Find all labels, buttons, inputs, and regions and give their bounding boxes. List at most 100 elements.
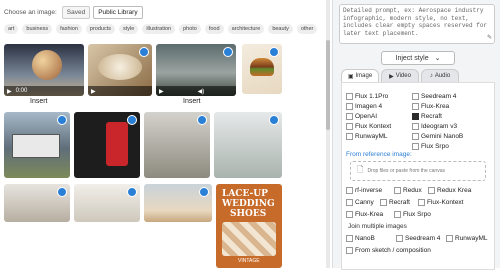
chip-art[interactable]: art	[4, 24, 19, 34]
tile-foggy-forest-woman[interactable]	[144, 112, 210, 178]
checkbox[interactable]	[418, 199, 425, 206]
ref-flux-kontext[interactable]: Flux-Kontext	[418, 199, 464, 206]
ref-flux-srpo[interactable]: Flux Srpo	[394, 211, 431, 218]
checkbox[interactable]	[346, 199, 353, 206]
chip-food[interactable]: food	[204, 24, 224, 34]
tile-modern-house[interactable]	[4, 112, 70, 178]
edit-icon[interactable]: ✎	[487, 34, 492, 42]
tile-food-plate-video[interactable]: ▶	[88, 44, 152, 96]
video-controls-2[interactable]: ▶	[88, 86, 152, 96]
checkbox[interactable]	[412, 133, 419, 140]
checkbox-checked[interactable]	[412, 113, 419, 120]
checkbox[interactable]	[346, 123, 353, 130]
ref-flux-krea[interactable]: Flux-Krea	[346, 211, 383, 218]
checkbox[interactable]	[346, 235, 353, 242]
video-controls[interactable]: ▶ 0:00	[4, 86, 84, 96]
tab-video-label: Video	[395, 73, 411, 79]
model-flux-krea[interactable]: Flux-Krea	[412, 103, 449, 110]
chip-beauty[interactable]: beauty	[268, 24, 293, 34]
tab-video[interactable]: ▶ Video	[381, 69, 419, 82]
chip-style[interactable]: style	[119, 24, 139, 34]
model-openai[interactable]: OpenAI	[346, 113, 377, 120]
chip-fashion[interactable]: fashion	[56, 24, 82, 34]
video-icon: ▶	[389, 73, 394, 80]
join-nanob[interactable]: NanoB	[346, 235, 375, 242]
prompt-placeholder: Detailed prompt, ex: Aerospace industry …	[343, 7, 488, 37]
checkbox[interactable]	[394, 187, 401, 194]
checkbox[interactable]	[346, 113, 353, 120]
file-drop-zone[interactable]: 🗋 Drop files or paste from the canvas	[350, 161, 486, 181]
model-gemini-nanob[interactable]: Gemini NanoB	[412, 133, 463, 140]
checkbox[interactable]	[412, 103, 419, 110]
ref-recraft[interactable]: Recraft	[380, 199, 410, 206]
insert-label-1[interactable]: Insert	[30, 98, 48, 105]
from-sketch[interactable]: From sketch / composition	[346, 247, 431, 254]
model-flux-srpo[interactable]: Flux Srpo	[412, 143, 449, 150]
tab-saved[interactable]: Saved	[61, 6, 91, 19]
ref-canny[interactable]: Canny	[346, 199, 374, 206]
checkbox[interactable]	[346, 93, 353, 100]
chip-architecture[interactable]: architecture	[227, 24, 265, 34]
ref-rf-inverse[interactable]: rf-inverse	[346, 187, 382, 194]
tile-planets-video[interactable]: ▶ 0:00	[4, 44, 84, 96]
checkbox[interactable]	[346, 133, 353, 140]
chevron-down-icon: ⌄	[434, 55, 441, 62]
tab-public-library[interactable]: Public Library	[93, 6, 143, 19]
gallery-scrollbar[interactable]	[326, 0, 330, 268]
model-seedream-4[interactable]: Seedream 4	[412, 93, 456, 100]
scrollbar-thumb[interactable]	[326, 40, 330, 130]
join-seedream-4[interactable]: Seedream 4	[396, 235, 440, 242]
tile-white-room[interactable]	[4, 184, 70, 222]
model-flux-11pro[interactable]: Flux 1.1Pro	[346, 93, 388, 100]
chip-photo[interactable]: photo	[179, 24, 201, 34]
phone-shape	[106, 122, 128, 166]
tile-wedding-shoes-poster[interactable]: LACE-UP WEDDING SHOES VINTAGE	[216, 184, 282, 268]
model-ideogram-v3[interactable]: Ideogram v3	[412, 123, 457, 130]
tile-red-phone[interactable]	[74, 112, 140, 178]
video-controls-3[interactable]: ▶ ◀)	[156, 86, 236, 96]
chip-illustration[interactable]: illustration	[142, 24, 176, 34]
volume-icon[interactable]: ◀)	[198, 88, 205, 95]
tab-audio[interactable]: ♪ Audio	[421, 69, 459, 82]
plate-shape	[98, 54, 142, 80]
tile-beach-woman[interactable]	[144, 184, 212, 222]
checkbox[interactable]	[412, 123, 419, 130]
checkbox[interactable]	[428, 187, 435, 194]
join-runwayml[interactable]: RunwayML	[446, 235, 488, 242]
tile-bright-interior[interactable]	[74, 184, 140, 222]
tile-burger-photo[interactable]	[242, 44, 282, 94]
insert-label-2[interactable]: Insert	[183, 98, 201, 105]
prompt-textarea[interactable]: Detailed prompt, ex: Aerospace industry …	[339, 4, 495, 44]
checkbox[interactable]	[412, 143, 419, 150]
ref-redux[interactable]: Redux	[394, 187, 422, 194]
checkbox[interactable]	[412, 93, 419, 100]
checkbox[interactable]	[396, 235, 403, 242]
burger-shape	[250, 58, 274, 76]
checkbox[interactable]	[346, 247, 353, 254]
play-icon[interactable]: ▶	[7, 88, 12, 95]
file-icon: 🗋	[357, 165, 364, 174]
checkbox[interactable]	[346, 211, 353, 218]
model-flux-kontext[interactable]: Flux Kontext	[346, 123, 391, 130]
tab-image[interactable]: ▣ Image	[341, 69, 379, 82]
tile-forest-video[interactable]: ▶ ◀)	[156, 44, 236, 96]
tile-misty-trees[interactable]	[214, 112, 282, 178]
ref-redux-krea[interactable]: Redux Krea	[428, 187, 471, 194]
chip-other[interactable]: other	[296, 24, 318, 34]
checkbox[interactable]	[346, 103, 353, 110]
play-icon[interactable]: ▶	[159, 88, 164, 95]
checkbox[interactable]	[394, 211, 401, 218]
poster-title-3: SHOES	[230, 209, 267, 219]
inject-style-select[interactable]: Inject style ⌄	[381, 51, 455, 65]
chip-products[interactable]: products	[85, 24, 115, 34]
model-imagen-4[interactable]: Imagen 4	[346, 103, 382, 110]
play-icon[interactable]: ▶	[91, 88, 96, 95]
checkbox[interactable]	[346, 187, 353, 194]
house-shape	[12, 134, 60, 158]
checkbox[interactable]	[446, 235, 453, 242]
checkbox[interactable]	[380, 199, 387, 206]
sketch-label: From sketch / composition	[355, 247, 431, 254]
model-runwayml[interactable]: RunwayML	[346, 133, 388, 140]
model-recraft[interactable]: Recraft	[412, 113, 442, 120]
chip-business[interactable]: business	[22, 24, 53, 34]
